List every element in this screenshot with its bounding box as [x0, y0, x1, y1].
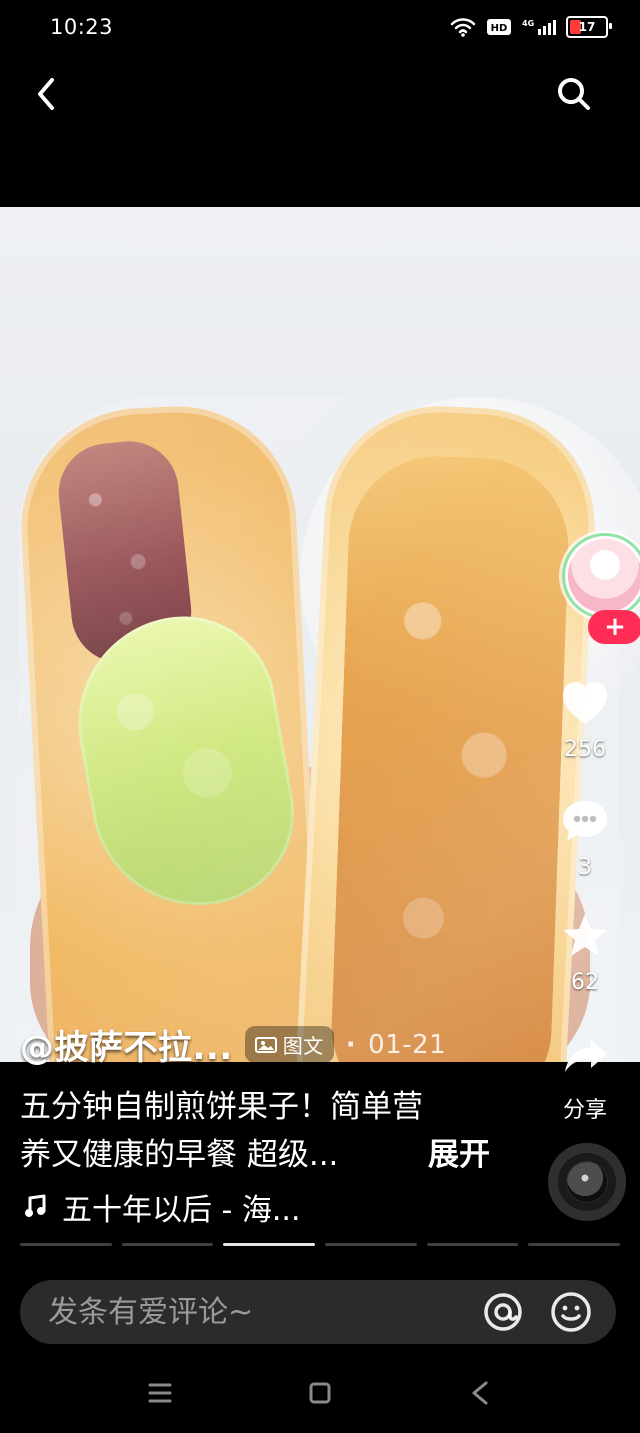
- record-artwork: [567, 1162, 607, 1202]
- svg-text:HD: HD: [491, 23, 508, 34]
- at-icon[interactable]: [480, 1289, 526, 1335]
- music-record-button[interactable]: [548, 1143, 626, 1221]
- status-time: 10:23: [50, 15, 114, 39]
- back-nav-icon[interactable]: [460, 1373, 500, 1413]
- progress-segment: [325, 1243, 417, 1246]
- author-avatar-wrap[interactable]: +: [557, 530, 640, 644]
- signal-icon: 4G: [522, 17, 556, 37]
- post-type-pill: 图文: [244, 1026, 334, 1063]
- music-note-icon: [25, 1194, 46, 1217]
- description-line-2-row: 养又健康的早餐 超级... 展开: [20, 1131, 490, 1179]
- date-separator: ·: [345, 1029, 357, 1060]
- author-row: @披萨不拉... 图文 · 01-21: [20, 1020, 580, 1069]
- battery-percent: 17: [578, 20, 596, 34]
- description-line-1: 五分钟自制煎饼果子！简单营: [20, 1089, 423, 1125]
- comment-button[interactable]: 3: [530, 793, 640, 880]
- progress-segment: [426, 1243, 519, 1246]
- hd-icon: HD: [486, 17, 512, 37]
- progress-segment-active: [223, 1243, 316, 1246]
- battery-indicator: 17: [566, 16, 612, 38]
- image-icon: [254, 1036, 277, 1053]
- svg-text:4G: 4G: [522, 19, 534, 28]
- music-row[interactable]: 五十年以后 - 海...: [20, 1185, 540, 1229]
- wifi-icon: [450, 17, 476, 37]
- progress-segment: [20, 1243, 112, 1246]
- heart-icon: [563, 682, 607, 724]
- comment-bar: [20, 1280, 616, 1344]
- description-line-2: 养又健康的早餐 超级...: [20, 1137, 339, 1173]
- author-avatar[interactable]: [565, 536, 640, 616]
- follow-button[interactable]: +: [588, 610, 640, 644]
- comment-count: 3: [578, 855, 592, 880]
- android-navigation-bar: [0, 1352, 640, 1433]
- post-caption: @披萨不拉... 图文 · 01-21 五分钟自制煎饼果子！简单营 养又健康的早…: [20, 1020, 580, 1229]
- post-date: 01-21: [368, 1029, 447, 1060]
- comment-icon: [563, 801, 607, 841]
- status-icons: HD 4G 17: [450, 16, 612, 38]
- expand-link[interactable]: 展开: [428, 1131, 490, 1179]
- progress-segment: [121, 1243, 214, 1246]
- author-name[interactable]: @披萨不拉...: [20, 1020, 233, 1069]
- star-icon: [563, 914, 607, 956]
- favorite-button[interactable]: 62: [530, 908, 640, 995]
- recent-apps-icon[interactable]: [140, 1373, 180, 1413]
- like-count: 256: [564, 737, 606, 762]
- status-bar: 10:23 HD 4G 17: [0, 0, 640, 56]
- home-icon[interactable]: [300, 1373, 340, 1413]
- favorite-count: 62: [571, 970, 599, 995]
- top-nav: [0, 56, 640, 206]
- emoji-icon[interactable]: [548, 1289, 594, 1335]
- image-progress-indicator: [20, 1243, 621, 1247]
- back-icon[interactable]: [30, 74, 64, 114]
- like-button[interactable]: 256: [530, 675, 640, 762]
- post-description: 五分钟自制煎饼果子！简单营 养又健康的早餐 超级... 展开: [20, 1083, 490, 1179]
- comment-input[interactable]: [20, 1280, 480, 1344]
- search-icon[interactable]: [554, 74, 594, 114]
- music-title: 五十年以后 - 海...: [62, 1193, 301, 1228]
- progress-segment: [528, 1243, 621, 1246]
- post-type-label: 图文: [282, 1034, 324, 1058]
